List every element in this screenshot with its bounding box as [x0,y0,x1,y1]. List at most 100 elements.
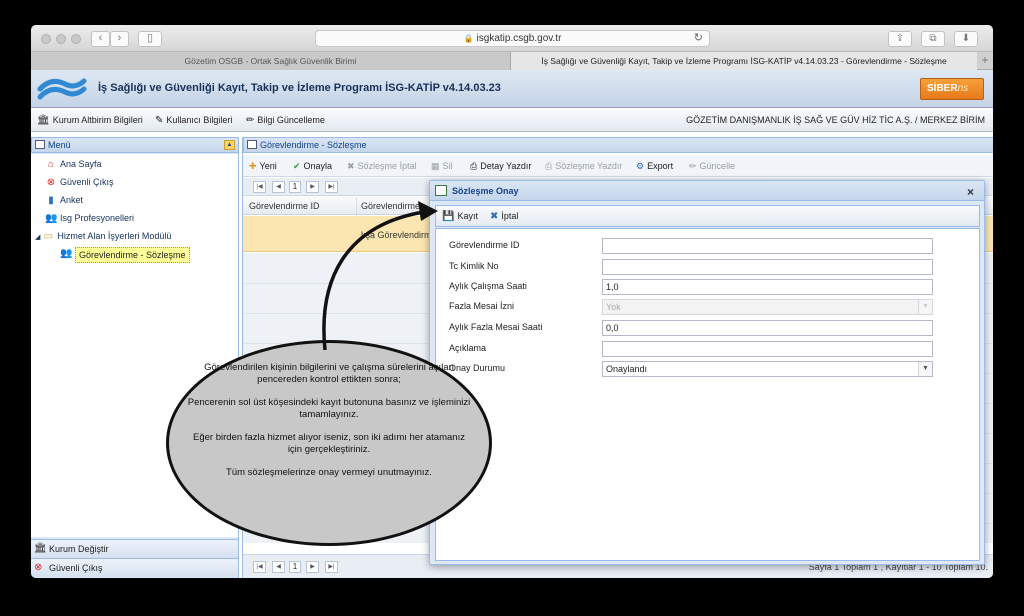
kullanici-bilgileri-button[interactable]: ✎ Kullanıcı Bilgileri [155,115,232,126]
delete-icon: ▦ [431,161,440,171]
share-icon[interactable]: ⇪ [888,31,912,47]
browser-titlebar: ‹ › ▯ 🔒 isgkatip.csgb.gov.tr ↻ ⇪ ⧉ ⬇ [31,25,993,52]
menu-item-hizmet-alan[interactable]: ◢ ▭ Hizmet Alan İşyerleri Modülü [35,228,171,244]
last-page-icon[interactable]: ▶| [325,181,338,193]
callout-paragraph: Eğer birden fazla hizmet alıyor iseniz, … [193,432,465,455]
minimize-window-icon[interactable] [56,34,66,44]
kayit-button[interactable]: 💾 Kayıt [442,211,478,222]
chevron-down-icon[interactable]: ▼ [918,362,932,376]
export-button[interactable]: ⚙ Export [636,161,673,172]
company-label: GÖZETİM DANIŞMANLIK İŞ SAĞ VE GÜV HİZ Tİ… [686,115,985,125]
home-icon: ⌂ [47,159,55,170]
field-label: Aylık Fazla Mesai Saati [449,322,543,332]
print-icon: ⎙ [470,161,478,171]
menu-item-guvenli-cikis[interactable]: ⊗ Güvenli Çıkış [45,174,114,190]
prev-page-icon[interactable]: ◀ [272,561,285,573]
callout-text: Görevlendirilen kişinin bilgilerini ve ç… [186,362,472,490]
prev-page-icon[interactable]: ◀ [272,181,285,193]
building-icon: 🏛 [34,543,47,554]
app-toolbar: 🏛 Kurum Altbirim Bilgileri ✎ Kullanıcı Bil… [31,109,993,132]
forward-icon[interactable]: › [110,31,129,47]
gorevlendirme-id-field[interactable] [602,238,933,254]
lock-icon: 🔒 [463,34,474,43]
sozlesme-yazdir-button[interactable]: ⎙ Sözleşme Yazdır [545,161,622,172]
onay-durumu-select[interactable]: Onaylandı ▼ [602,361,933,377]
downloads-icon[interactable]: ⬇ [954,31,978,47]
first-page-icon[interactable]: |◀ [253,181,266,193]
people-icon: 👥 [45,213,58,224]
last-page-icon[interactable]: ▶| [325,561,338,573]
next-page-icon[interactable]: ▶ [306,181,319,193]
field-label: Tc Kimlik No [449,261,499,271]
row-cell: lışa Görevlendirm [361,230,432,240]
close-window-icon[interactable] [41,34,51,44]
close-icon[interactable]: × [967,182,974,202]
kurum-degistir-button[interactable]: 🏛 Kurum Değiştir [31,539,238,558]
guncelle-button[interactable]: ✏ Güncelle [689,161,735,172]
dialog-form: Görevlendirme ID Tc Kimlik No Aylık Çalı… [435,228,980,561]
form-icon [435,185,447,196]
back-icon[interactable]: ‹ [91,31,110,47]
yeni-button[interactable]: ✚ Yeni [249,161,277,172]
tab-gozetim[interactable]: Gözetim OSGB - Ortak Sağlık Güvenlik Bir… [31,52,511,70]
chart-icon: ▮ [48,195,54,206]
sozlesme-iptal-button[interactable]: ✖ Sözleşme İptal [347,161,417,172]
field-label: Fazla Mesai İzni [449,301,515,311]
page-number-field[interactable]: 1 [289,561,301,573]
collapse-icon[interactable]: ▲ [224,140,235,150]
callout-paragraph: Görevlendirilen kişinin bilgilerini ve ç… [204,362,454,385]
save-icon: 💾 [442,211,455,222]
kurum-altbirim-button[interactable]: 🏛 Kurum Altbirim Bilgileri [37,115,143,126]
menu-item-isg-profesyonelleri[interactable]: 👥 Isg Profesyonelleri [45,210,134,226]
ministry-logo-icon [37,78,87,100]
app-header: İş Sağlığı ve Güvenliği Kayıt, Takip ve … [31,70,993,108]
siber-logo: SİBERns [920,78,984,100]
tabs-overview-icon[interactable]: ⧉ [921,31,945,47]
aylik-calisma-saati-field[interactable]: 1,0 [602,279,933,295]
menu-item-gorevlendirme-sozlesme[interactable]: Görevlendirme - Sözleşme [75,247,190,263]
main-header: Görevlendirme - Sözleşme [243,137,993,153]
main-toolbar: ✚ Yeni ✔ Onayla ✖ Sözleşme İptal ▦ Sil ⎙ Deta… [243,155,993,177]
aylik-fazla-mesai-saati-field[interactable]: 0,0 [602,320,933,336]
first-page-icon[interactable]: |◀ [253,561,266,573]
pencil-icon: ✏ [246,115,255,126]
column-gorevlendirme[interactable]: Görevlendirme [361,201,420,211]
address-bar[interactable]: 🔒 isgkatip.csgb.gov.tr ↻ [315,30,710,47]
reload-icon[interactable]: ↻ [694,31,703,46]
dialog-toolbar: 💾 Kayıt ✖ İptal [435,205,980,227]
tab-isg-katip[interactable]: İş Sağlığı ve Güvenliği Kayıt, Takip ve … [511,52,977,70]
chevron-down-icon: ▼ [918,300,932,314]
footer-guvenli-cikis-button[interactable]: ⊗ Güvenli Çıkış [31,558,238,577]
building-icon: 🏛 [37,115,50,126]
people-icon: 👥 [60,248,73,259]
menu-item-ana-sayfa[interactable]: ⌂ Ana Sayfa [45,156,102,172]
menu-header: Menü ▲ [31,137,239,153]
field-label: Aylık Çalışma Saati [449,281,527,291]
callout-paragraph: Tüm sözleşmelerinze onay vermeyi unutmay… [226,467,432,478]
exit-icon: ⊗ [34,562,43,573]
sil-button[interactable]: ▦ Sil [431,161,453,172]
app-title: İş Sağlığı ve Güvenliği Kayıt, Takip ve … [98,82,501,94]
menu-item-anket[interactable]: ▮ Anket [45,192,83,208]
onayla-button[interactable]: ✔ Onayla [293,161,332,172]
aciklama-field[interactable] [602,341,933,357]
sidebar-icon[interactable]: ▯ [138,31,162,47]
new-icon: ✚ [249,161,257,171]
column-gorevlendirme-id[interactable]: Görevlendirme ID [249,201,320,211]
next-page-icon[interactable]: ▶ [306,561,319,573]
iptal-button[interactable]: ✖ İptal [490,211,518,222]
page-number-field[interactable]: 1 [289,181,301,193]
bilgi-guncelleme-button[interactable]: ✏ Bilgi Güncelleme [246,115,325,126]
tree-expand-icon[interactable]: ◢ [35,234,40,241]
folder-icon: ▭ [43,231,54,242]
detay-yazdir-button[interactable]: ⎙ Detay Yazdır [470,161,531,172]
tc-kimlik-no-field[interactable] [602,259,933,275]
user-edit-icon: ✎ [155,115,164,126]
print-icon: ⎙ [545,161,553,171]
new-tab-button[interactable]: + [977,52,993,70]
field-label: Açıklama [449,343,487,353]
zoom-window-icon[interactable] [71,34,81,44]
callout-paragraph: Pencerenin sol üst köşesindeki kayıt but… [187,397,471,420]
export-icon: ⚙ [636,161,645,171]
exit-icon: ⊗ [46,177,56,188]
